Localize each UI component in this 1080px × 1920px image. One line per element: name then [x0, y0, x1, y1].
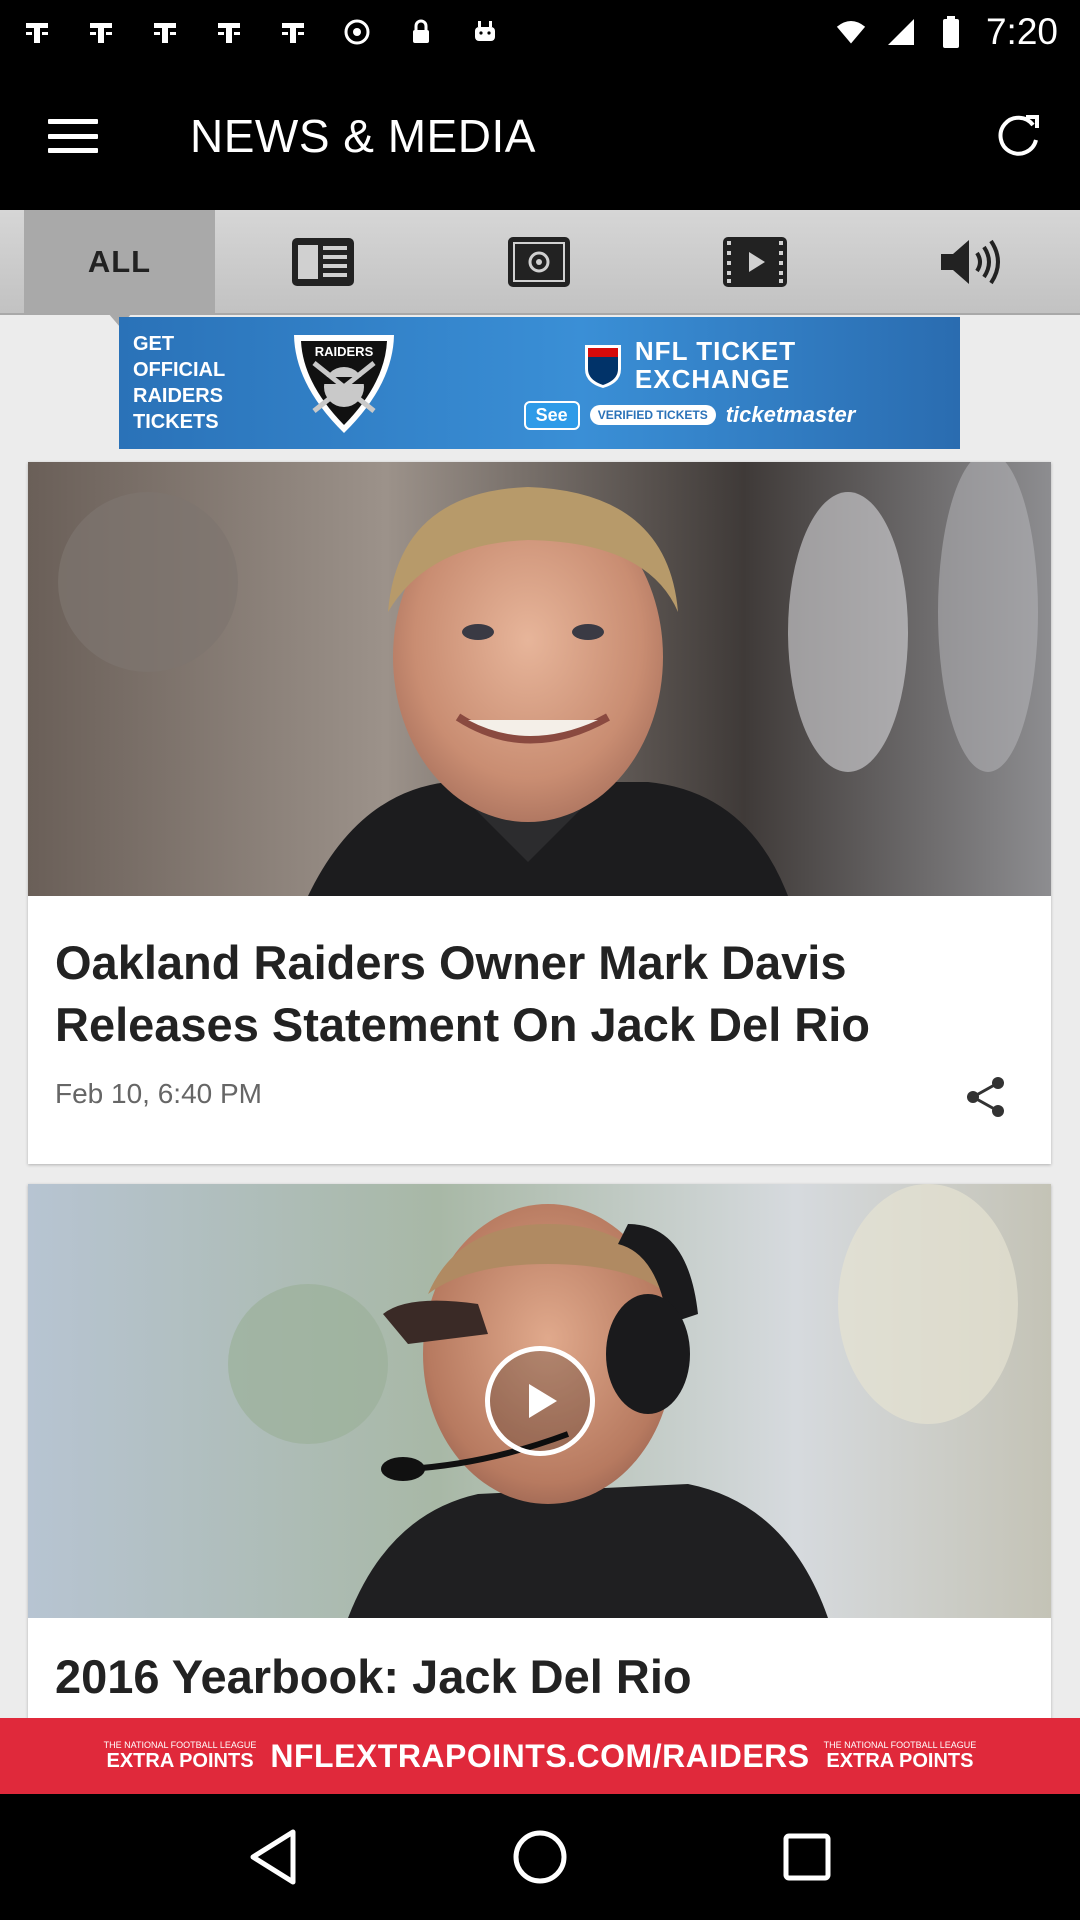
tab-audio[interactable] — [863, 210, 1080, 313]
article-title[interactable]: 2016 Yearbook: Jack Del Rio — [55, 1646, 995, 1708]
battery-icon — [936, 15, 966, 48]
ad-left-text: GET OFFICIAL RAIDERS TICKETS — [133, 333, 225, 433]
back-icon — [250, 1829, 296, 1885]
recents-button[interactable] — [772, 1822, 842, 1892]
refresh-button[interactable] — [990, 107, 1048, 165]
extra-points-logo: THE NATIONAL FOOTBALL LEAGUE EXTRA POINT… — [824, 1740, 977, 1772]
ad-exchange-line1: NFL TICKET — [634, 335, 797, 366]
nfl-notification-icon — [150, 17, 180, 47]
article-video-thumbnail — [28, 1184, 1051, 1618]
menu-icon-line — [48, 148, 98, 153]
lock-icon — [406, 17, 436, 47]
sync-icon — [342, 17, 372, 47]
article-title[interactable]: Oakland Raiders Owner Mark Davis Release… — [55, 932, 995, 1056]
photo-icon — [508, 236, 570, 287]
tab-all[interactable]: ALL — [24, 210, 215, 313]
ad-see-label: See — [523, 400, 580, 430]
home-button[interactable] — [505, 1822, 575, 1892]
ad-nfl-row: NFL TICKET EXCHANGE — [583, 337, 796, 393]
article-card[interactable]: 2016 Yearbook: Jack Del Rio — [28, 1184, 1051, 1724]
page-title: NEWS & MEDIA — [190, 110, 536, 162]
menu-icon-line — [48, 119, 98, 124]
extra-points-logo-main: EXTRA POINTS — [826, 1750, 974, 1772]
extra-points-ad-text: NFLEXTRAPOINTS.COM/RAIDERS — [270, 1737, 810, 1774]
extra-points-logo-top: THE NATIONAL FOOTBALL LEAGUE — [103, 1740, 257, 1750]
ad-verified-badge: VERIFIED TICKETS — [589, 405, 716, 425]
tab-all-label: ALL — [87, 243, 152, 279]
extra-points-logo-main: EXTRA POINTS — [106, 1750, 254, 1772]
android-icon — [470, 17, 500, 47]
app-bar: NEWS & MEDIA — [0, 63, 1080, 210]
tab-videos[interactable] — [647, 210, 863, 313]
share-icon — [967, 1077, 1004, 1117]
system-nav-bar — [0, 1794, 1080, 1920]
nfl-notification-icon — [278, 17, 308, 47]
extra-points-ad[interactable]: THE NATIONAL FOOTBALL LEAGUE EXTRA POINT… — [0, 1718, 1080, 1794]
video-icon — [723, 236, 787, 287]
status-time: 7:20 — [985, 10, 1058, 52]
raiders-shield-text: RAIDERS — [315, 344, 374, 359]
article-photo — [28, 462, 1051, 896]
status-bar: 7:20 — [0, 0, 1080, 63]
extra-points-logo-top: THE NATIONAL FOOTBALL LEAGUE — [823, 1740, 977, 1750]
nfl-notification-icon — [214, 17, 244, 47]
audio-icon — [940, 239, 1000, 284]
play-button[interactable] — [485, 1346, 595, 1456]
nfl-notification-icon — [22, 17, 52, 47]
ad-exchange-text: NFL TICKET EXCHANGE — [635, 337, 796, 393]
status-right: 7:20 — [836, 11, 1058, 53]
menu-button[interactable] — [38, 111, 108, 161]
recents-icon — [783, 1833, 831, 1881]
news-icon — [292, 237, 354, 286]
article-card[interactable]: Oakland Raiders Owner Mark Davis Release… — [28, 462, 1051, 1164]
back-button[interactable] — [238, 1822, 308, 1892]
media-type-tabs: ALL — [0, 210, 1080, 315]
article-photo-image — [28, 462, 1051, 896]
ad-right-block: NFL TICKET EXCHANGE See VERIFIED TICKETS… — [419, 337, 960, 430]
extra-points-logo: THE NATIONAL FOOTBALL LEAGUE EXTRA POINT… — [104, 1740, 257, 1772]
raiders-shield-logo: RAIDERS — [294, 335, 394, 433]
ad-brand: ticketmaster — [725, 402, 856, 427]
article-date: Feb 10, 6:40 PM — [55, 1078, 263, 1109]
menu-icon-line — [48, 133, 98, 139]
tab-photos[interactable] — [431, 210, 647, 313]
signal-icon — [886, 17, 916, 47]
raiders-tickets-ad[interactable]: GET OFFICIAL RAIDERS TICKETS RAIDERS NFL… — [119, 317, 960, 449]
nfl-shield-icon — [584, 344, 621, 388]
share-button[interactable] — [963, 1074, 1009, 1120]
screen: 7:20 NEWS & MEDIA ALL GET OFFICIAL RAIDE… — [0, 0, 1080, 1920]
ad-bottom-row: See VERIFIED TICKETS ticketmaster — [523, 400, 856, 430]
refresh-icon — [998, 115, 1039, 156]
notification-icons — [22, 17, 500, 47]
nfl-notification-icon — [86, 17, 116, 47]
wifi-icon — [836, 17, 866, 47]
ad-exchange-line2: EXCHANGE — [634, 363, 791, 394]
play-icon — [529, 1384, 557, 1418]
tab-news[interactable] — [215, 210, 431, 313]
home-icon — [513, 1830, 567, 1884]
